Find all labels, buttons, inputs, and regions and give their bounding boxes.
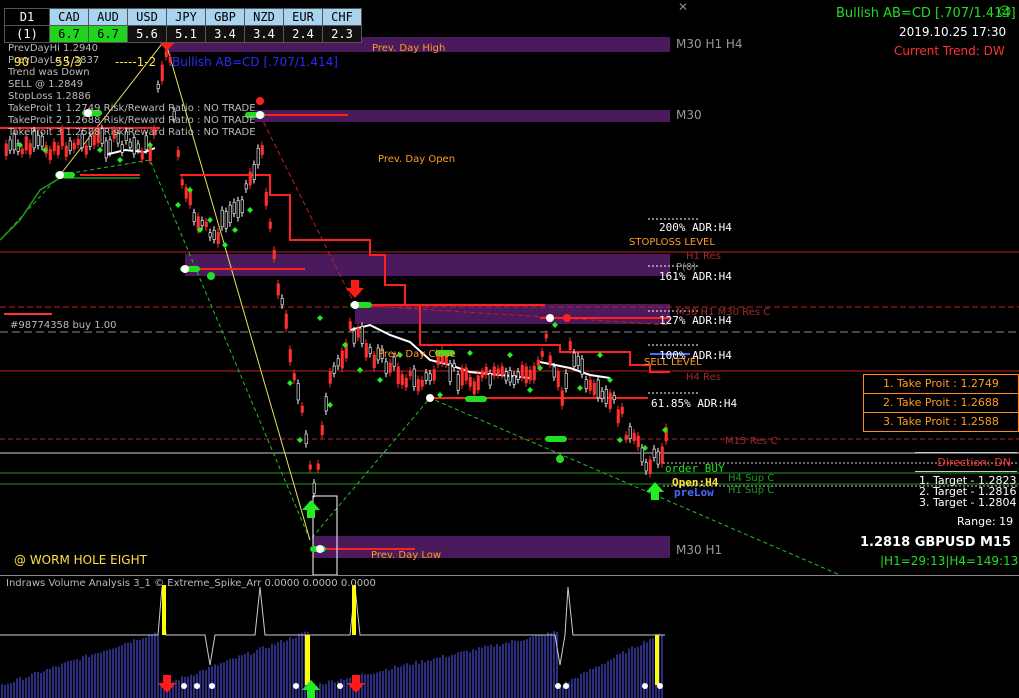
zone-m30-h1	[313, 536, 670, 558]
currency-value: 5.6	[127, 25, 167, 43]
stoploss-level-label: STOPLOSS LEVEL	[629, 237, 715, 248]
order-label: #98774358 buy 1.00	[10, 320, 117, 331]
h4-sup-label: H4 Sup C	[728, 473, 775, 484]
m30-res-label: M30 H1 M30 Res C	[676, 307, 771, 318]
pivot-label: P(0)	[676, 262, 697, 273]
fib-553-label: 55/3	[55, 55, 82, 69]
h4-res-label: H4 Res	[686, 372, 721, 383]
fib-90-label: 90	[14, 55, 30, 69]
volume-indicator-window[interactable]	[0, 575, 1019, 698]
close-icon[interactable]: ✕	[678, 0, 688, 14]
currency-header: EUR	[283, 8, 323, 26]
order-buy-label: order BUY	[665, 462, 725, 475]
direction-label: Direction: DN	[915, 452, 1017, 472]
currency-value: 3.4	[205, 25, 245, 43]
adr-label: 100% ADR:H4	[659, 349, 732, 362]
prelow-label: preLow	[674, 486, 714, 499]
datetime: 2019.10.25 17:30	[899, 25, 1007, 39]
prev-day-open-label: Prev. Day Open	[378, 154, 456, 165]
pattern-title: Bullish AB=CD [.707/1.414]	[836, 6, 1016, 21]
take-profit-item: 3. Take Proit : 1.2588	[883, 415, 999, 428]
diamond-markers	[17, 142, 668, 451]
buy-arrow-icon	[302, 482, 664, 518]
currency-value: 2.4	[283, 25, 323, 43]
subwindow-title: Indraws Volume Analysis 3_1 © Extreme_Sp…	[6, 578, 376, 589]
h1-res-label: H1 Res	[686, 251, 721, 262]
current-trend: Current Trend: DW	[894, 44, 1005, 58]
pattern-title-left: Bullish AB=CD [.707/1.414]	[172, 55, 338, 69]
info-line: TakeProit 3 1.2588 Risk/Reward Ratio : N…	[8, 127, 256, 138]
currency-value: 3.4	[244, 25, 284, 43]
take-profit-item: 1. Take Proit : 1.2749	[864, 375, 1018, 394]
info-line: SELL @ 1.2849	[8, 79, 84, 90]
currency-header: CHF	[322, 8, 362, 26]
smiley-icon: ☺	[998, 5, 1012, 20]
currency-strength-table: D1 CAD AUD USD JPY GBP NZD EUR CHF (1) 6…	[4, 8, 362, 43]
price-symbol-label: 1.2818 GBPUSD M15	[860, 535, 1012, 550]
currency-value: 6.7	[49, 25, 89, 43]
row-label: (1)	[4, 25, 50, 43]
currency-header: USD	[127, 8, 167, 26]
info-line: PrevDayHi 1.2940	[8, 43, 99, 54]
info-line: StopLoss 1.2886	[8, 91, 91, 102]
adr-label: 200% ADR:H4	[659, 221, 732, 234]
m15-res-label: M15 Res C	[725, 436, 778, 447]
currency-header: AUD	[88, 8, 128, 26]
info-line: TakeProit 2 1.2688 Risk/Reward Ratio : N…	[8, 115, 256, 126]
zone-label-m30-h1-h4: M30 H1 H4	[676, 37, 743, 51]
targets-panel: 1. Target - 1.2823 2. Target - 1.2816 3.…	[919, 475, 1016, 508]
prev-day-close-label: Prev. Day Close	[378, 349, 456, 360]
take-profit-box: 1. Take Proit : 1.2749 2. Take Proit : 1…	[863, 374, 1019, 432]
timeframe-label: D1	[4, 8, 50, 26]
timer-label: |H1=29:13|H4=149:13	[880, 554, 1019, 568]
sub-sell-arrow-icon	[158, 675, 365, 693]
currency-value: 5.1	[166, 25, 206, 43]
adr-label: 61.85% ADR:H4	[651, 397, 738, 410]
pattern-12-label: -----1-2	[115, 55, 157, 69]
take-profit-item: 2. Take Proit : 1.2688	[864, 394, 1018, 413]
zone-h1-res	[185, 254, 670, 276]
currency-header: JPY	[166, 8, 206, 26]
currency-value: 6.7	[88, 25, 128, 43]
zone-label-m30-h1: M30 H1	[676, 543, 723, 557]
prev-day-low-label: Prev. Day Low	[371, 550, 442, 561]
currency-value: 2.3	[322, 25, 362, 43]
target-item: 3. Target - 1.2804	[919, 496, 1017, 509]
info-line: TakeProit 1 1.2749 Risk/Reward Ratio : N…	[8, 103, 256, 114]
brand-label: @ WORM HOLE EIGHT	[14, 553, 147, 567]
prev-day-high-label: Prev. Day High	[372, 43, 446, 54]
currency-header: GBP	[205, 8, 245, 26]
currency-header: CAD	[49, 8, 89, 26]
currency-header: NZD	[244, 8, 284, 26]
h1-sup-label: H1 Sup C	[728, 485, 775, 496]
zone-label-m30: M30	[676, 108, 702, 122]
range-label: Range: 19	[957, 515, 1014, 528]
